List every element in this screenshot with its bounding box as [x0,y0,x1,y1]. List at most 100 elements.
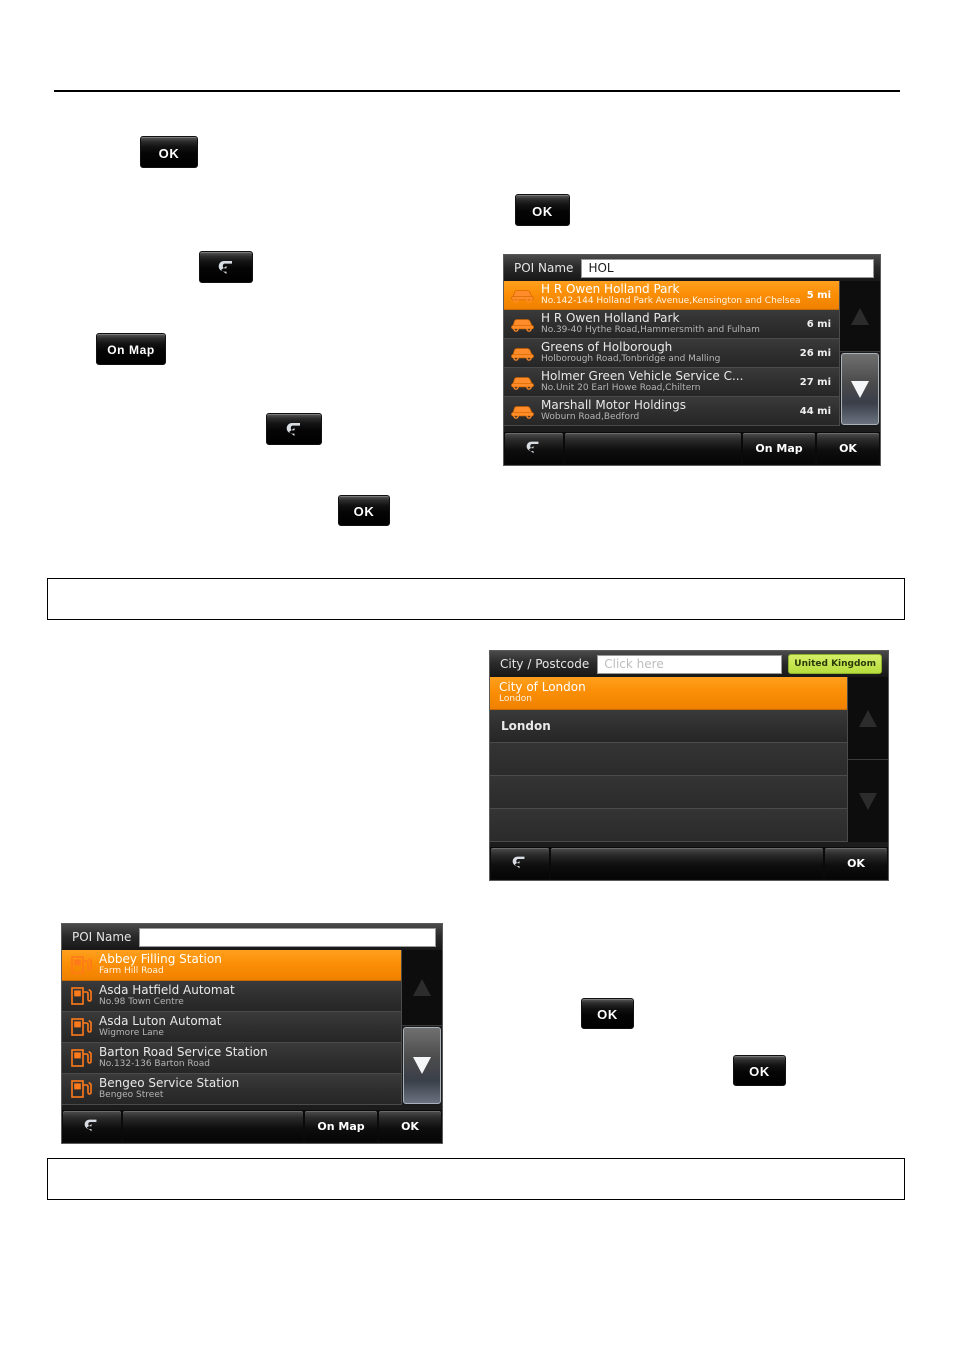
poi-footer-toolbar: On Map OK [504,432,880,465]
poi-fuel-search-screen: POI Name Abbey Filling Station Farm Hill… [61,923,443,1144]
list-item[interactable]: City of London London [490,677,847,710]
poi-name-search-input[interactable]: HOL [581,258,874,278]
poi-name-header-bar: POI Name HOL [504,255,880,281]
header-rule [54,90,900,92]
scrollbar[interactable] [847,677,888,842]
ok-button-step3[interactable]: OK [338,495,390,526]
city-header-label: City / Postcode [500,657,590,671]
scroll-up-arrow-icon[interactable] [840,281,880,352]
list-item-title: Asda Hatfield Automat [99,984,235,997]
country-badge[interactable]: United Kingdom [788,654,882,674]
list-item[interactable] [490,743,847,776]
back-arrow-icon [215,258,237,276]
list-item-title: Asda Luton Automat [99,1015,222,1028]
list-item-text: Asda Hatfield Automat No.98 Town Centre [97,984,401,1008]
poi-results-body: H R Owen Holland Park No.142-144 Holland… [504,281,880,426]
poi-fuel-results-list: Abbey Filling Station Farm Hill Road Asd… [62,950,401,1105]
back-button-step1[interactable] [199,251,253,283]
car-icon [507,288,539,303]
back-button[interactable] [491,848,549,879]
ok-button-step4[interactable]: OK [581,998,634,1029]
ok-button-label: OK [353,504,375,519]
list-item-title: London [501,719,551,733]
back-button-step2[interactable] [266,413,322,445]
list-item-text: Holmer Green Vehicle Service C... No.Uni… [539,370,796,394]
list-item[interactable] [490,776,847,809]
on-map-button[interactable]: On Map [743,433,815,464]
scroll-down-arrow-icon[interactable] [848,760,888,842]
list-item-title: H R Owen Holland Park [541,283,680,296]
list-item-subtitle: Bengeo Street [99,1090,164,1100]
fuel-pump-icon [65,1017,97,1037]
on-map-button-step1[interactable]: On Map [96,333,166,365]
poi-fuel-header-label: POI Name [72,930,132,944]
poi-fuel-search-input[interactable] [139,927,436,947]
on-map-button[interactable]: On Map [305,1111,377,1142]
scrollbar[interactable] [839,281,880,426]
list-item[interactable]: Bengeo Service Station Bengeo Street [62,1074,401,1105]
list-item-text: Abbey Filling Station Farm Hill Road [97,953,401,977]
city-results-list: City of London London London [490,677,847,842]
ok-button[interactable]: OK [817,433,879,464]
back-button[interactable] [505,433,563,464]
city-header-bar: City / Postcode Click here United Kingdo… [490,651,888,677]
list-item-title: Marshall Motor Holdings [541,399,686,412]
back-arrow-icon [82,1117,102,1136]
car-icon [507,375,539,390]
scroll-up-arrow-icon[interactable] [848,677,888,760]
list-item[interactable]: Barton Road Service Station No.132-136 B… [62,1043,401,1074]
fuel-pump-icon [65,1048,97,1068]
car-icon [507,404,539,419]
ok-button-step5[interactable]: OK [733,1055,786,1086]
footer-spacer [123,1111,303,1142]
list-item-text: H R Owen Holland Park No.39-40 Hythe Roa… [539,312,803,336]
note-box-lower [47,1158,905,1200]
ok-button[interactable]: OK [379,1111,441,1142]
list-item-text: Greens of Holborough Holborough Road,Ton… [539,341,796,365]
list-item-distance: 44 mi [799,405,831,417]
poi-name-header-label: POI Name [514,261,574,275]
on-map-button-label: On Map [107,343,155,357]
list-item[interactable] [490,809,847,842]
ok-button-step1[interactable]: OK [140,136,198,168]
scroll-down-arrow-icon[interactable] [403,1027,441,1104]
list-item-subtitle: Wigmore Lane [99,1028,164,1038]
list-item-distance: 5 mi [806,289,831,301]
ok-button-step2[interactable]: OK [515,194,570,226]
list-item-distance: 26 mi [799,347,831,359]
poi-fuel-results-body: Abbey Filling Station Farm Hill Road Asd… [62,950,442,1105]
back-button[interactable] [63,1111,121,1142]
list-item[interactable]: H R Owen Holland Park No.39-40 Hythe Roa… [504,310,839,339]
list-item-title: Greens of Holborough [541,341,673,354]
note-box-upper [47,578,905,620]
list-item[interactable]: London [490,710,847,743]
list-item[interactable]: Abbey Filling Station Farm Hill Road [62,950,401,981]
list-item-title: H R Owen Holland Park [541,312,680,325]
list-item-subtitle: Woburn Road,Bedford [541,412,640,422]
list-item[interactable]: Greens of Holborough Holborough Road,Ton… [504,339,839,368]
scrollbar[interactable] [401,950,442,1105]
footer-spacer [565,433,741,464]
fuel-pump-icon [65,955,97,975]
back-arrow-icon [524,439,544,458]
list-item[interactable]: Marshall Motor Holdings Woburn Road,Bedf… [504,397,839,426]
scroll-up-arrow-icon[interactable] [402,950,442,1026]
scroll-down-arrow-icon[interactable] [841,353,879,425]
car-icon [507,317,539,332]
list-item[interactable]: Asda Luton Automat Wigmore Lane [62,1012,401,1043]
list-item-subtitle: No.132-136 Barton Road [99,1059,210,1069]
list-item-distance: 27 mi [799,376,831,388]
fuel-pump-icon [65,986,97,1006]
list-item[interactable]: H R Owen Holland Park No.142-144 Holland… [504,281,839,310]
list-item-subtitle: No.Unit 20 Earl Howe Road,Chiltern [541,383,701,393]
ok-button-label: OK [158,145,180,161]
poi-fuel-header-bar: POI Name [62,924,442,950]
list-item-text: Barton Road Service Station No.132-136 B… [97,1046,401,1070]
city-search-input[interactable]: Click here [597,654,783,674]
list-item[interactable]: Holmer Green Vehicle Service C... No.Uni… [504,368,839,397]
list-item[interactable]: Asda Hatfield Automat No.98 Town Centre [62,981,401,1012]
list-item-text: Marshall Motor Holdings Woburn Road,Bedf… [539,399,796,423]
ok-button[interactable]: OK [825,848,887,879]
list-item-title: Abbey Filling Station [99,953,222,966]
city-footer-toolbar: OK [490,847,888,880]
